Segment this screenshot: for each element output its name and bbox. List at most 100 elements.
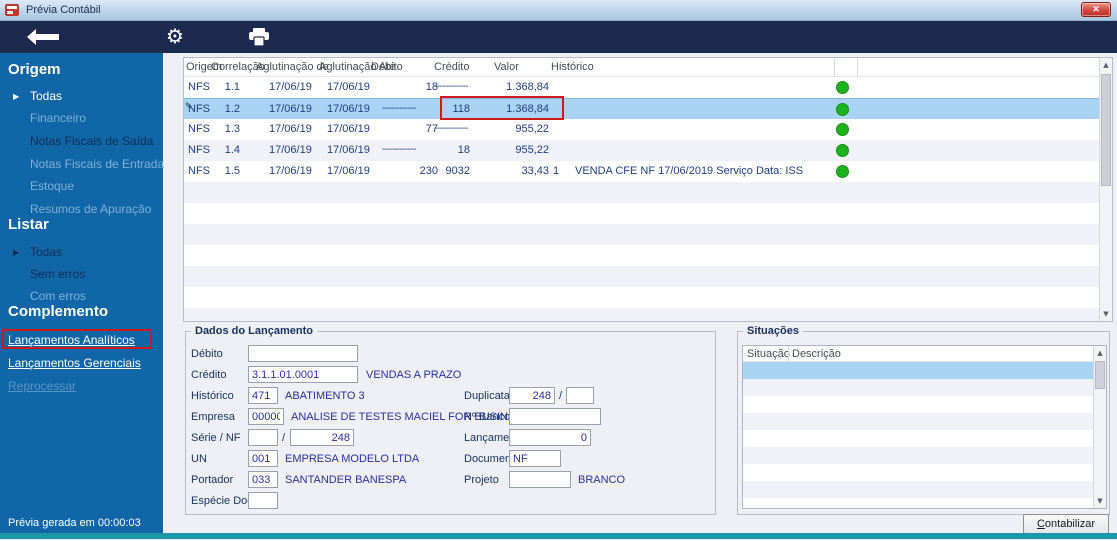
cell-debito: ------------ — [382, 103, 416, 114]
un-description: EMPRESA MODELO LTDA — [285, 453, 420, 465]
sidebar: Origem ▶ Todas Financeiro Notas Fiscais … — [0, 53, 165, 533]
contabilizar-label: ontabilizar — [1044, 518, 1096, 530]
empty-rows-stripes — [743, 379, 1093, 508]
printer-icon[interactable] — [248, 28, 270, 46]
duplicata-parcela-field[interactable] — [566, 387, 594, 404]
cell-debito: 230 — [419, 165, 438, 177]
sidebar-link-reprocessar: Reprocessar — [8, 379, 77, 393]
cell-aglutinacao-ate: 17/06/19 — [327, 123, 370, 135]
cell-valor: 955,22 — [515, 144, 549, 156]
table-row[interactable]: NFS 1.5 17/06/19 17/06/19 230 9032 33,43… — [184, 161, 1099, 182]
cell-credito: ------------ — [434, 81, 468, 92]
status-text: Prévia gerada em 00:00:03 — [8, 517, 141, 529]
label-no-banco: Nº Banco — [464, 411, 511, 423]
toolbar: ⚙ — [0, 21, 1117, 53]
situacoes-header: Situação Descrição — [743, 346, 1093, 362]
sidebar-item-com-erros: Com erros — [30, 289, 87, 303]
empresa-field[interactable] — [248, 408, 284, 425]
contabilizar-mnemonic: C — [1036, 518, 1045, 530]
groupbox-title: Situações — [743, 325, 803, 337]
label-projeto: Projeto — [464, 474, 499, 486]
cell-aglutinacao-de: 17/06/19 — [269, 123, 312, 135]
dados-do-lancamento-groupbox: Dados do Lançamento Débito Crédito VENDA… — [185, 325, 716, 515]
sidebar-item-notas-fiscais-saida[interactable]: Notas Fiscais de Saída — [30, 134, 153, 148]
column-separator — [788, 346, 789, 362]
grid-vertical-scrollbar[interactable]: ▲ ▼ — [1099, 58, 1112, 321]
sidebar-item-sem-erros[interactable]: Sem erros — [30, 267, 85, 281]
projeto-description: BRANCO — [578, 474, 626, 486]
documento-field[interactable] — [509, 450, 561, 467]
debito-field[interactable] — [248, 345, 358, 362]
scroll-down-icon[interactable]: ▼ — [1100, 307, 1112, 321]
sidebar-item-todas-origem[interactable]: Todas — [30, 89, 62, 103]
col-valor[interactable]: Valor — [494, 61, 519, 73]
un-field[interactable] — [248, 450, 278, 467]
contabilizar-button[interactable]: Contabilizar — [1023, 514, 1109, 534]
portador-description: SANTANDER BANESPA — [285, 474, 407, 486]
sidebar-item-notas-fiscais-entrada: Notas Fiscais de Entrada — [30, 157, 165, 171]
label-debito: Débito — [191, 348, 223, 360]
historico-field[interactable] — [248, 387, 278, 404]
label-credito: Crédito — [191, 369, 227, 381]
status-ok-dot — [836, 103, 849, 116]
situacoes-vertical-scrollbar[interactable]: ▲ ▼ — [1093, 346, 1106, 508]
empty-rows-stripes — [184, 182, 1099, 321]
scroll-up-icon[interactable]: ▲ — [1094, 346, 1106, 360]
table-row[interactable]: NFS 1.4 17/06/19 17/06/19 ------------ 1… — [184, 140, 1099, 161]
grid-header: Origem Correlação Aglutinação de Aglutin… — [184, 58, 1112, 77]
duplicata-field[interactable] — [509, 387, 555, 404]
label-serie-nf: Série / NF — [191, 432, 241, 444]
label-historico: Histórico — [191, 390, 234, 402]
scroll-up-icon[interactable]: ▲ — [1100, 58, 1112, 72]
cell-aglutinacao-ate: 17/06/19 — [327, 165, 370, 177]
table-row[interactable]: NFS 1.3 17/06/19 17/06/19 77 -----------… — [184, 119, 1099, 140]
col-credito[interactable]: Crédito — [434, 61, 469, 73]
status-ok-dot — [836, 81, 849, 94]
projeto-field[interactable] — [509, 471, 571, 488]
sidebar-heading-listar: Listar — [8, 216, 49, 233]
situacoes-selected-row[interactable] — [743, 362, 1093, 379]
nf-field[interactable] — [290, 429, 354, 446]
sidebar-item-estoque: Estoque — [30, 179, 75, 193]
cell-debito: ------------ — [382, 144, 416, 155]
settings-gear-icon[interactable]: ⚙ — [166, 24, 184, 48]
scrollbar-thumb[interactable] — [1101, 74, 1111, 186]
label-empresa: Empresa — [191, 411, 236, 423]
close-button[interactable]: ✕ — [1081, 2, 1111, 17]
lancamento-field[interactable] — [509, 429, 591, 446]
cell-aglutinacao-de: 17/06/19 — [269, 81, 312, 93]
col-historico[interactable]: Histórico — [551, 61, 594, 73]
cell-correlacao: 1.2 — [224, 103, 240, 115]
status-ok-dot — [836, 123, 849, 136]
cell-credito: 18 — [457, 144, 470, 156]
cell-aglutinacao-de: 17/06/19 — [269, 165, 312, 177]
cell-correlacao: 1.3 — [224, 123, 240, 135]
table-row[interactable]: NFS 1.1 17/06/19 17/06/19 18 -----------… — [184, 77, 1099, 98]
no-banco-field[interactable] — [509, 408, 601, 425]
table-row-selected[interactable]: ✎ NFS 1.2 17/06/19 17/06/19 ------------… — [184, 98, 1099, 119]
credito-description: VENDAS A PRAZO — [366, 369, 462, 381]
especie-doc-field[interactable] — [248, 492, 278, 509]
col-descricao[interactable]: Descrição — [792, 348, 841, 360]
col-situacao[interactable]: Situação — [747, 348, 790, 360]
credito-field[interactable] — [248, 366, 358, 383]
previa-contabil-window: Prévia Contábil ✕ ⚙ Origem ▶ Todas Finan… — [0, 0, 1117, 541]
serie-field[interactable] — [248, 429, 278, 446]
scrollbar-thumb[interactable] — [1095, 361, 1105, 389]
scroll-down-icon[interactable]: ▼ — [1094, 494, 1106, 508]
back-arrow-icon[interactable] — [24, 27, 62, 47]
label-especie-doc: Espécie Doc. — [191, 495, 256, 507]
sidebar-heading-complemento: Complemento — [8, 303, 109, 320]
label-portador: Portador — [191, 474, 234, 486]
sidebar-item-todas-listar[interactable]: Todas — [30, 245, 62, 259]
window-title: Prévia Contábil — [26, 4, 101, 16]
sidebar-link-lancamentos-gerenciais[interactable]: Lançamentos Gerenciais — [8, 356, 141, 370]
groupbox-title: Dados do Lançamento — [191, 325, 317, 337]
sidebar-item-financeiro: Financeiro — [30, 111, 87, 125]
col-aglutinacao-de[interactable]: Aglutinação de — [256, 61, 329, 73]
col-debito[interactable]: Débito — [371, 61, 403, 73]
cell-aglutinacao-ate: 17/06/19 — [327, 81, 370, 93]
cell-debito: 18 — [425, 81, 438, 93]
cell-correlacao: 1.5 — [224, 165, 240, 177]
portador-field[interactable] — [248, 471, 278, 488]
